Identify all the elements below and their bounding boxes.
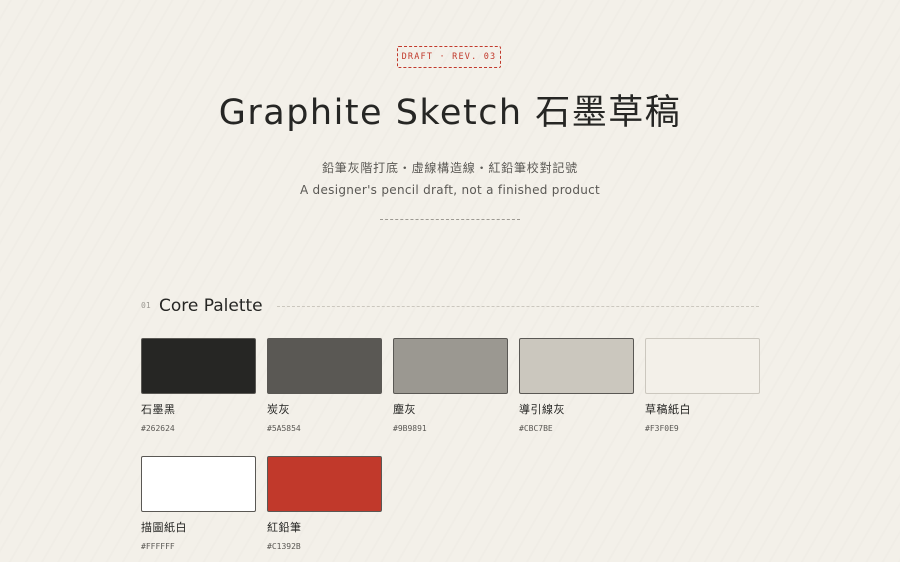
section-header-core-palette: 01 Core Palette bbox=[141, 293, 759, 319]
swatch-name: 塵灰 bbox=[393, 403, 416, 416]
color-chip bbox=[267, 338, 382, 394]
swatch-name: 導引線灰 bbox=[519, 403, 565, 416]
section-number: 01 bbox=[141, 301, 151, 310]
section-title: Core Palette bbox=[159, 296, 263, 316]
header-divider bbox=[380, 219, 520, 220]
color-chip bbox=[141, 338, 256, 394]
swatch-card: 石墨黑 #262624 bbox=[141, 338, 256, 438]
subtitle-english: A designer's pencil draft, not a finishe… bbox=[299, 183, 601, 197]
color-chip bbox=[267, 456, 382, 512]
swatch-hex: #9B9891 bbox=[393, 424, 427, 433]
swatch-hex: #262624 bbox=[141, 424, 175, 433]
swatch-hex: #F3F0E9 bbox=[645, 424, 679, 433]
color-chip bbox=[393, 338, 508, 394]
swatch-card: 塵灰 #9B9891 bbox=[393, 338, 508, 438]
swatch-card: 炭灰 #5A5854 bbox=[267, 338, 382, 438]
swatch-hex: #CBC7BE bbox=[519, 424, 553, 433]
section-divider bbox=[277, 306, 759, 307]
swatch-name: 石墨黑 bbox=[141, 403, 176, 416]
swatch-card: 草稿紙白 #F3F0E9 bbox=[645, 338, 760, 438]
swatch-card: 導引線灰 #CBC7BE bbox=[519, 338, 634, 438]
swatch-card: 描圖紙白 #FFFFFF bbox=[141, 456, 256, 556]
swatch-name: 草稿紙白 bbox=[645, 403, 691, 416]
swatch-name: 描圖紙白 bbox=[141, 521, 187, 534]
swatch-hex: #FFFFFF bbox=[141, 542, 175, 551]
swatch-hex: #5A5854 bbox=[267, 424, 301, 433]
draft-revision-badge: DRAFT · REV. 03 bbox=[397, 46, 501, 68]
subtitle-chinese: 鉛筆灰階打底・虛線構造線・紅鉛筆校對記號 bbox=[321, 161, 578, 175]
swatch-name: 紅鉛筆 bbox=[267, 521, 302, 534]
page-title: Graphite Sketch 石墨草稿 bbox=[218, 93, 682, 133]
color-chip bbox=[645, 338, 760, 394]
color-chip bbox=[141, 456, 256, 512]
color-chip bbox=[519, 338, 634, 394]
swatch-card: 紅鉛筆 #C1392B bbox=[267, 456, 382, 556]
swatch-hex: #C1392B bbox=[267, 542, 301, 551]
swatch-name: 炭灰 bbox=[267, 403, 290, 416]
